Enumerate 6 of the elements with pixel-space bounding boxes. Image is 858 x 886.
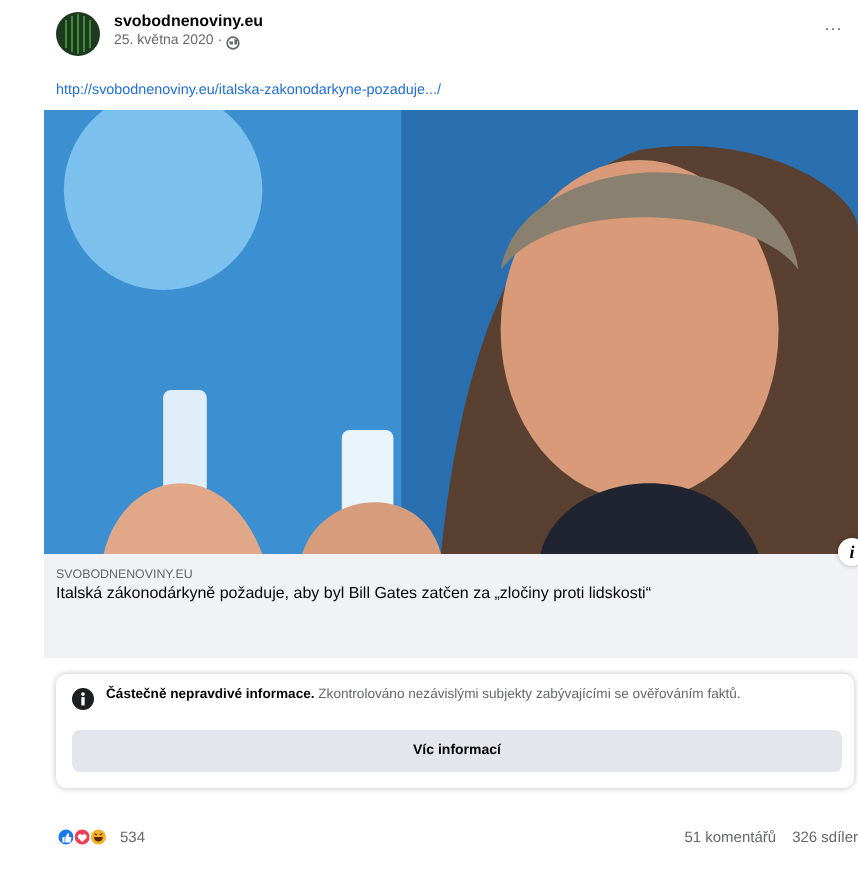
more-options-button[interactable]: ··· — [824, 18, 842, 38]
author-name[interactable]: svobodnenoviny.eu — [114, 10, 264, 32]
avatar-icon[interactable] — [56, 12, 100, 56]
link-title[interactable]: Italská zákonodárkyně požaduje, aby byl Bill Gates zatčen za „zločiny proti lidskosti“ — [56, 584, 736, 604]
info-icon — [72, 688, 94, 710]
reactions-icon[interactable] — [56, 828, 112, 846]
